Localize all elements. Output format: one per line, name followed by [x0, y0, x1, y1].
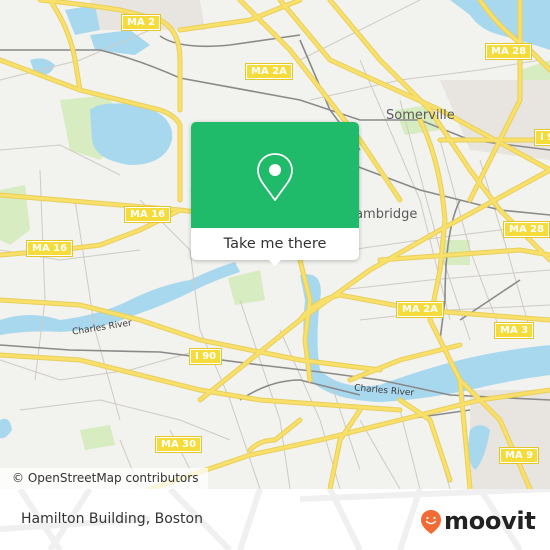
route-shield: MA 16	[123, 206, 172, 223]
route-shield: MA 2A	[396, 301, 444, 318]
location-title: Hamilton Building, Boston	[21, 511, 203, 527]
route-shield: MA 2	[120, 14, 162, 31]
location-pin-icon	[257, 153, 293, 201]
moovit-smile-pin-icon	[421, 510, 441, 534]
route-shield: MA 9	[498, 447, 540, 464]
route-shield: MA 16	[25, 240, 74, 257]
location-popup[interactable]: Take me there	[191, 122, 359, 266]
route-shield: MA 30	[154, 436, 203, 453]
route-shield: MA 28	[502, 221, 550, 238]
place-label-somerville: Somerville	[386, 108, 455, 123]
moovit-wordmark: moovit	[444, 507, 536, 535]
route-shield: MA 28	[484, 43, 533, 60]
route-shield: MA 3	[493, 322, 535, 339]
popup-pointer	[267, 258, 283, 266]
map-attribution[interactable]: © OpenStreetMap contributors	[0, 468, 209, 489]
route-shield: I 93	[533, 129, 550, 146]
take-me-there-button[interactable]: Take me there	[191, 228, 359, 260]
route-shield: MA 2A	[245, 63, 293, 80]
route-shield: I 90	[188, 348, 223, 365]
popup-header[interactable]	[191, 122, 359, 228]
